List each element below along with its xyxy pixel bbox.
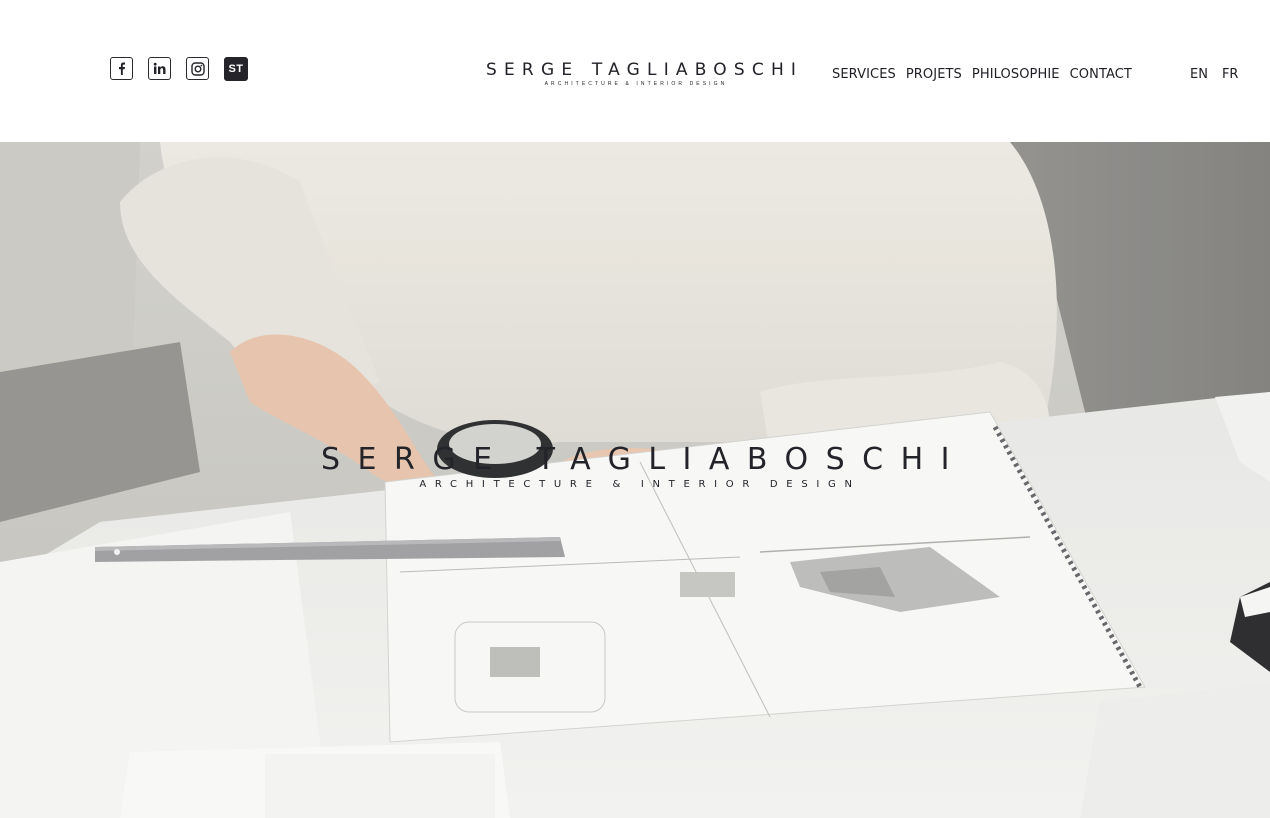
st-monogram-icon: ST [228,63,244,75]
hero-title: SERGE TAGLIABOSCHI [321,442,967,477]
main-nav: SERVICES PROJETS PHILOSOPHIE CONTACT [832,67,1132,83]
nav-contact[interactable]: CONTACT [1070,67,1132,83]
facebook-link[interactable] [110,57,133,80]
facebook-icon [119,62,125,75]
st-monogram-link[interactable]: ST [224,57,248,81]
lang-fr[interactable]: FR [1222,67,1239,83]
hero-section: SERGE TAGLIABOSCHI ARCHITECTURE & INTERI… [0,142,1270,818]
logo-tagline: ARCHITECTURE & INTERIOR DESIGN [544,81,728,87]
social-links: ST [110,57,248,81]
nav-philosophie[interactable]: PHILOSOPHIE [972,67,1060,83]
instagram-link[interactable] [186,57,209,80]
hero-logo: SERGE TAGLIABOSCHI ARCHITECTURE & INTERI… [0,442,1270,491]
instagram-icon [190,61,205,76]
language-switcher: EN FR [1190,67,1238,83]
logo-name: SERGE TAGLIABOSCHI [486,60,804,80]
nav-projets[interactable]: PROJETS [906,67,962,83]
lang-en[interactable]: EN [1190,67,1208,83]
linkedin-icon [153,62,166,74]
site-header: ST SERGE TAGLIABOSCHI ARCHITECTURE & INT… [0,0,1270,142]
nav-services[interactable]: SERVICES [832,67,896,83]
linkedin-link[interactable] [148,57,171,80]
header-logo[interactable]: SERGE TAGLIABOSCHI ARCHITECTURE & INTERI… [486,61,796,88]
hero-subtitle: ARCHITECTURE & INTERIOR DESIGN [419,479,861,490]
